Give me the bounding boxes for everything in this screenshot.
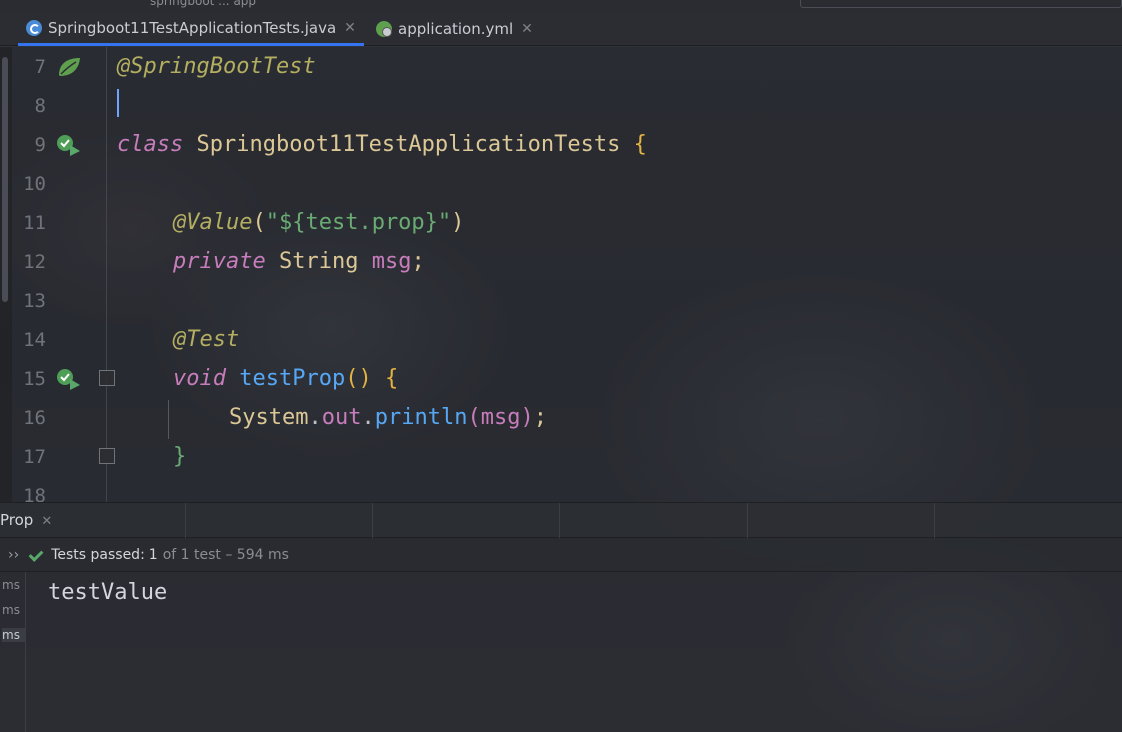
breadcrumb[interactable]: springboot ... app: [150, 0, 256, 8]
spring-bean-icon[interactable]: [56, 55, 82, 79]
run-tab-label: Prop: [0, 511, 34, 529]
test-status-bar: ›› Tests passed: 1 of 1 test – 594 ms: [0, 538, 1122, 572]
type-name: String: [278, 249, 359, 274]
close-icon[interactable]: ✕: [41, 514, 52, 529]
run-test-icon[interactable]: [56, 367, 82, 391]
divider: [372, 503, 373, 539]
code-line: 8: [0, 86, 1122, 125]
tab-label: application.yml: [398, 20, 514, 38]
console-output-text: testValue: [48, 580, 168, 605]
test-duration[interactable]: ms: [2, 628, 26, 642]
fold-toggle-icon[interactable]: [99, 370, 115, 386]
tab-application-yml[interactable]: application.yml ✕: [368, 12, 541, 46]
code-line: 12 private String msg;: [0, 242, 1122, 281]
static-field: out: [321, 405, 362, 430]
line-number: 15: [23, 367, 46, 390]
spring-config-icon: [376, 21, 392, 37]
keyword: void: [173, 366, 226, 391]
test-duration[interactable]: ms: [2, 603, 20, 617]
method-name: testProp: [239, 366, 346, 391]
line-number: 16: [23, 406, 46, 429]
line-number: 10: [23, 172, 46, 195]
code-line: 7 @SpringBootTest: [0, 47, 1122, 86]
divider: [934, 503, 935, 539]
tests-passed-label: Tests passed:: [51, 546, 145, 563]
line-number: 9: [34, 133, 46, 156]
code-line: 9 class Springboot11TestApplicationTests…: [0, 125, 1122, 164]
check-icon: [29, 548, 43, 562]
divider: [559, 503, 560, 539]
annotation: @SpringBootTest: [117, 54, 316, 79]
line-number: 13: [23, 289, 46, 312]
run-tool-window-header: Prop ✕: [0, 502, 1122, 539]
java-class-icon: [26, 19, 42, 36]
code-line: 17 }: [0, 437, 1122, 476]
code-line: 10: [0, 164, 1122, 203]
test-tree: ms ms ms: [0, 572, 26, 732]
code-line: 11 @Value("${test.prop}"): [0, 203, 1122, 242]
close-icon[interactable]: ✕: [521, 21, 533, 37]
test-duration[interactable]: ms: [2, 578, 20, 592]
line-number: 12: [23, 250, 46, 273]
search-input[interactable]: [800, 0, 1122, 8]
divider: [185, 503, 186, 539]
tests-passed-count: 1: [148, 546, 158, 563]
field-name: msg: [371, 249, 412, 274]
keyword: class: [117, 132, 184, 157]
line-number: 7: [34, 55, 46, 78]
fold-toggle-icon[interactable]: [99, 448, 115, 464]
class-name: Springboot11TestApplicationTests: [196, 132, 621, 157]
code-line: 16 System.out.println(msg);: [0, 398, 1122, 437]
code-line: 14 @Test: [0, 320, 1122, 359]
line-number: 11: [23, 211, 46, 234]
code-editor[interactable]: 7 @SpringBootTest 8 9 class Springboot11…: [0, 47, 1122, 507]
brace: {: [633, 132, 647, 157]
tab-springboot-tests[interactable]: Springboot11TestApplicationTests.java ✕: [18, 12, 364, 46]
annotation: @Test: [173, 327, 240, 352]
title-strip: springboot ... app: [0, 0, 1122, 12]
line-number: 14: [23, 328, 46, 351]
code-line: 13: [0, 281, 1122, 320]
brace: }: [173, 444, 187, 469]
class-ref: System: [229, 405, 309, 430]
editor-tab-bar: Springboot11TestApplicationTests.java ✕ …: [0, 12, 1122, 46]
divider: [747, 503, 748, 539]
line-number: 17: [23, 445, 46, 468]
line-number: 8: [34, 94, 46, 117]
string-literal: "${test.prop}": [265, 210, 452, 235]
expand-chevron-icon[interactable]: ››: [8, 547, 19, 563]
tab-label: Springboot11TestApplicationTests.java: [48, 18, 337, 37]
console-output[interactable]: ms ms ms testValue: [0, 572, 1122, 732]
keyword: private: [173, 249, 266, 274]
close-icon[interactable]: ✕: [344, 20, 356, 36]
tests-summary: of 1 test – 594 ms: [162, 546, 289, 563]
field-ref: msg: [480, 405, 521, 430]
code-line: 15 void testProp() {: [0, 359, 1122, 398]
annotation: @Value: [173, 210, 253, 235]
run-test-icon[interactable]: [56, 133, 82, 157]
run-tab[interactable]: Prop ✕: [0, 511, 52, 529]
method-call: println: [374, 405, 468, 430]
